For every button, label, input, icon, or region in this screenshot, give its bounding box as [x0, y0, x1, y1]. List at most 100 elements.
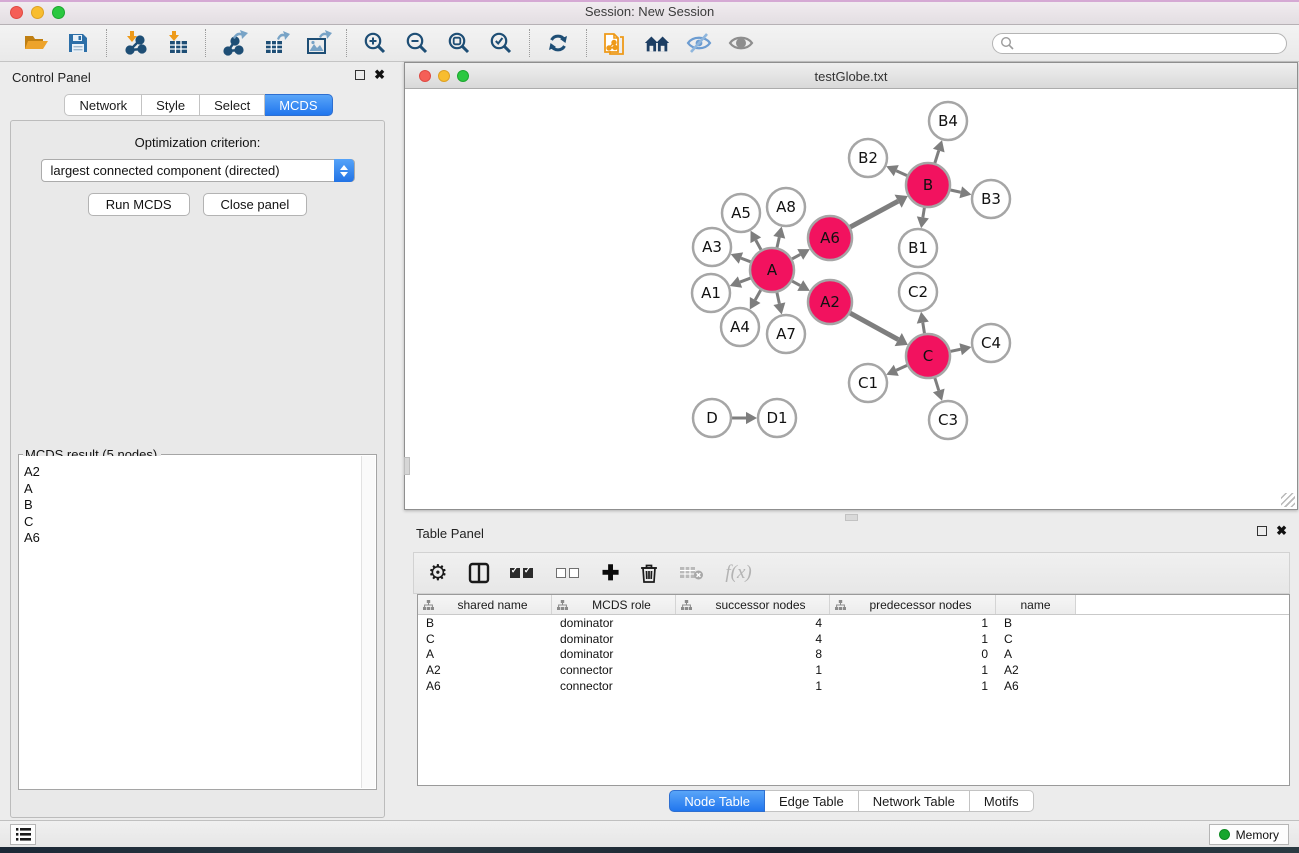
node-table[interactable]: shared nameMCDS rolesuccessor nodesprede… — [417, 594, 1290, 786]
attribute-tree-icon — [835, 600, 846, 610]
column-layout-icon[interactable] — [468, 558, 490, 588]
float-panel-icon[interactable] — [355, 70, 365, 80]
edge-arrowhead-icon — [773, 227, 785, 239]
tab-motifs[interactable]: Motifs — [970, 790, 1034, 812]
hide-details-icon[interactable] — [685, 29, 713, 57]
node-label: C3 — [938, 411, 958, 429]
table-row[interactable]: Bdominator41B — [418, 615, 1289, 631]
delete-column-icon[interactable] — [639, 558, 659, 588]
table-row[interactable]: A6connector11A6 — [418, 678, 1289, 694]
table-cell: A2 — [996, 663, 1076, 677]
table-cell: 1 — [830, 616, 996, 630]
zoom-selected-icon[interactable] — [487, 29, 515, 57]
show-details-icon[interactable] — [727, 29, 755, 57]
tab-mcds[interactable]: MCDS — [265, 94, 332, 116]
app-titlebar: Session: New Session — [0, 0, 1299, 25]
table-cell: A — [418, 647, 552, 661]
close-panel-button[interactable]: Close panel — [203, 193, 308, 216]
node-label: C1 — [858, 374, 878, 392]
column-header-MCDS-role[interactable]: MCDS role — [552, 595, 676, 614]
control-panel-tabs: NetworkStyleSelectMCDS — [0, 94, 397, 116]
table-cell: dominator — [552, 647, 676, 661]
result-scrollbar[interactable] — [361, 456, 375, 788]
home-icon[interactable] — [643, 29, 671, 57]
run-mcds-button[interactable]: Run MCDS — [88, 193, 190, 216]
column-header-shared-name[interactable]: shared name — [418, 595, 552, 614]
mcds-result-item[interactable]: A6 — [24, 530, 361, 547]
edge-arrowhead-icon — [959, 186, 971, 198]
column-header-name[interactable]: name — [996, 595, 1076, 614]
edge-arrowhead-icon — [773, 302, 785, 314]
table-cell: 1 — [830, 632, 996, 646]
app-title: Session: New Session — [0, 4, 1299, 19]
close-panel-icon[interactable]: ✖ — [374, 70, 385, 80]
search-text-field[interactable] — [1014, 36, 1286, 50]
window-resize-grip[interactable] — [1281, 493, 1295, 507]
node-label: A7 — [776, 325, 796, 343]
mcds-result-item[interactable]: C — [24, 514, 361, 531]
zoom-fit-icon[interactable] — [445, 29, 473, 57]
mcds-result-list[interactable]: A2ABCA6 — [20, 456, 361, 788]
attribute-tree-icon — [423, 600, 434, 610]
node-label: A5 — [731, 204, 751, 222]
table-cell: A — [996, 647, 1076, 661]
search-icon — [1000, 36, 1014, 50]
save-session-icon[interactable] — [64, 29, 92, 57]
column-header-predecessor-nodes[interactable]: predecessor nodes — [830, 595, 996, 614]
open-file-icon[interactable] — [22, 29, 50, 57]
table-row[interactable]: A2connector11A2 — [418, 662, 1289, 678]
clone-network-icon[interactable] — [601, 29, 629, 57]
add-column-icon[interactable]: ✚ — [602, 558, 620, 588]
tab-network-table[interactable]: Network Table — [859, 790, 970, 812]
mcds-result-item[interactable]: A — [24, 481, 361, 498]
mcds-result-item[interactable]: A2 — [24, 464, 361, 481]
delete-table-icon[interactable] — [679, 558, 705, 588]
export-image-icon[interactable] — [304, 29, 332, 57]
network-canvas[interactable]: B4B2BB3B1A5A8A6A3AA1A2A4A7C2CC4C1C3DD1 — [405, 89, 1297, 509]
tab-node-table[interactable]: Node Table — [669, 790, 765, 812]
control-panel-title: Control Panel — [12, 70, 91, 85]
table-body: Bdominator41BCdominator41CAdominator80AA… — [418, 615, 1289, 694]
close-table-panel-icon[interactable]: ✖ — [1276, 526, 1287, 536]
export-table-icon[interactable] — [262, 29, 290, 57]
function-builder-icon[interactable]: f(x) — [725, 558, 751, 588]
network-edge[interactable] — [847, 201, 898, 229]
memory-button[interactable]: Memory — [1209, 824, 1289, 845]
network-window-title: testGlobe.txt — [405, 69, 1297, 84]
zoom-out-icon[interactable] — [403, 29, 431, 57]
mcds-result-item[interactable]: B — [24, 497, 361, 514]
table-cell: 1 — [830, 663, 996, 677]
table-cell: C — [418, 632, 552, 646]
node-label: C4 — [981, 334, 1001, 352]
gear-icon[interactable]: ⚙ — [428, 558, 448, 588]
table-row[interactable]: Cdominator41C — [418, 631, 1289, 647]
tab-style[interactable]: Style — [142, 94, 200, 116]
refresh-layout-icon[interactable] — [544, 29, 572, 57]
network-edge[interactable] — [847, 311, 899, 339]
table-cell: 8 — [676, 647, 830, 661]
tab-edge-table[interactable]: Edge Table — [765, 790, 859, 812]
edge-arrowhead-icon — [933, 140, 945, 152]
edge-arrowhead-icon — [917, 216, 929, 228]
table-row[interactable]: Adominator80A — [418, 647, 1289, 663]
column-header-successor-nodes[interactable]: successor nodes — [676, 595, 830, 614]
float-table-panel-icon[interactable] — [1257, 526, 1267, 536]
tab-network[interactable]: Network — [64, 94, 142, 116]
import-network-icon[interactable] — [121, 29, 149, 57]
table-panel-title: Table Panel — [416, 526, 484, 541]
attribute-tree-icon — [557, 600, 568, 610]
export-network-icon[interactable] — [220, 29, 248, 57]
zoom-in-icon[interactable] — [361, 29, 389, 57]
select-all-columns-icon[interactable] — [510, 558, 536, 588]
panel-splitter-grip[interactable] — [404, 457, 410, 475]
search-input[interactable] — [992, 33, 1287, 54]
network-window-titlebar[interactable]: testGlobe.txt — [405, 63, 1297, 89]
criterion-dropdown[interactable]: largest connected component (directed) — [41, 159, 355, 182]
task-history-button[interactable] — [10, 824, 36, 845]
deselect-all-columns-icon[interactable] — [556, 558, 582, 588]
table-cell: B — [996, 616, 1076, 630]
import-table-icon[interactable] — [163, 29, 191, 57]
tab-select[interactable]: Select — [200, 94, 265, 116]
memory-status-icon — [1219, 829, 1230, 840]
table-cell: 4 — [676, 632, 830, 646]
